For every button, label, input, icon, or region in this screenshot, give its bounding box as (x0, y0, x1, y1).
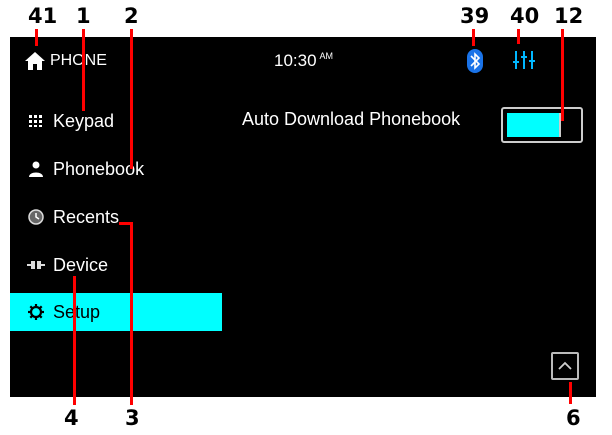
scroll-up-button[interactable] (551, 352, 579, 380)
sidebar-item-label: Keypad (53, 110, 115, 131)
leader-1 (82, 29, 85, 111)
auto-download-phonebook-toggle[interactable] (501, 107, 583, 143)
leader-3 (130, 222, 133, 405)
leader-12 (561, 29, 564, 121)
keypad-icon (27, 112, 45, 130)
callout-6: 6 (566, 406, 581, 430)
clock: 10:30 AM (274, 51, 333, 71)
clock-ampm: AM (319, 51, 334, 62)
callout-2: 2 (124, 4, 139, 28)
home-icon[interactable] (24, 51, 46, 71)
leader-39 (472, 29, 475, 46)
callout-1: 1 (76, 4, 91, 28)
leader-41 (35, 29, 38, 46)
phone-screen: PHONE 10:30 AM Keypad Phonebook Recents … (10, 37, 596, 397)
app-title: PHONE (50, 52, 107, 69)
callout-4: 4 (64, 406, 79, 430)
sidebar-item-recents[interactable]: Recents (10, 198, 222, 236)
sidebar-item-keypad[interactable]: Keypad (10, 102, 222, 140)
chevron-up-icon (558, 361, 572, 370)
auto-download-phonebook-label: Auto Download Phonebook (242, 109, 461, 129)
gear-icon (27, 303, 45, 321)
callout-12: 12 (554, 4, 584, 28)
recents-icon (27, 208, 45, 226)
callout-39: 39 (460, 4, 490, 28)
sidebar-item-setup[interactable]: Setup (10, 293, 222, 331)
toggle-fill (507, 113, 559, 137)
sidebar-item-device[interactable]: Device (10, 246, 222, 284)
sidebar-item-label: Setup (53, 301, 101, 322)
callout-40: 40 (510, 4, 540, 28)
sidebar-item-phonebook[interactable]: Phonebook (10, 150, 222, 188)
sidebar-item-label: Device (53, 254, 109, 275)
callout-3: 3 (125, 406, 140, 430)
bluetooth-icon[interactable] (467, 49, 483, 73)
leader-40 (517, 29, 520, 44)
leader-4 (73, 276, 76, 405)
leader-2 (130, 29, 133, 169)
leader-6 (569, 382, 572, 404)
person-icon (27, 160, 45, 178)
sidebar-item-label: Recents (53, 206, 120, 227)
callout-41: 41 (28, 4, 58, 28)
equalizer-icon[interactable] (513, 50, 535, 70)
clock-time: 10:30 (274, 51, 317, 70)
device-icon (27, 256, 45, 274)
